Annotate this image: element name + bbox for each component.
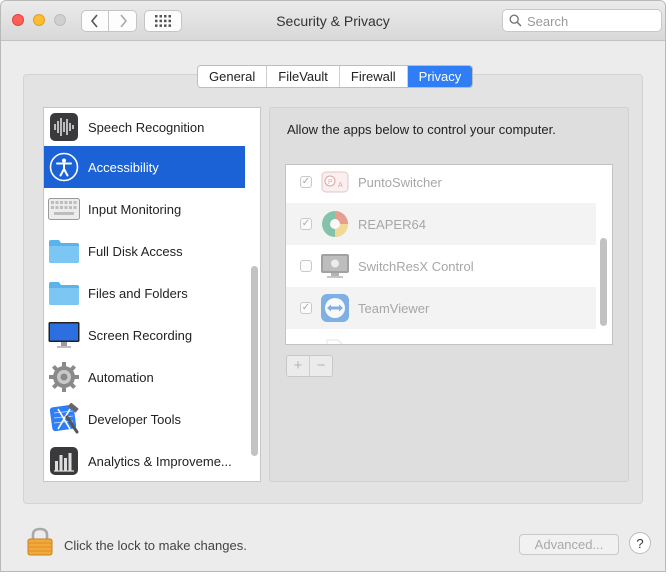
sidebar-item-label: Full Disk Access [88, 243, 183, 259]
sidebar-item-label: Developer Tools [88, 411, 181, 427]
sidebar-item-label: Input Monitoring [88, 201, 182, 217]
background-edge [666, 0, 672, 576]
app-list: ✓ PA PuntoSwitcher ✓ REAPER64 SwitchResX… [285, 164, 613, 345]
app-name: TeamViewer [358, 300, 430, 316]
svg-text:P: P [328, 179, 333, 186]
sidebar-item-accessibility[interactable]: Accessibility [44, 146, 245, 188]
sidebar-item-files-and-folders[interactable]: Files and Folders [44, 272, 245, 314]
app-checkbox[interactable] [300, 260, 312, 272]
app-name: REAPER64 [358, 216, 426, 232]
app-list-scrollbar[interactable] [600, 238, 607, 326]
search-icon [509, 14, 522, 27]
switchresx-icon [320, 251, 350, 281]
sidebar-scrollbar[interactable] [251, 266, 258, 456]
search-field[interactable] [502, 9, 662, 32]
padlock-icon [27, 527, 53, 556]
teamviewer-icon [320, 293, 350, 323]
punto-switcher-icon: PA [320, 167, 350, 197]
tab-firewall[interactable]: Firewall [339, 66, 408, 87]
advanced-button[interactable]: Advanced... [519, 534, 619, 555]
sidebar-item-speech-recognition[interactable]: Speech Recognition [44, 108, 245, 148]
app-row-puntoswitcher[interactable]: ✓ PA PuntoSwitcher [286, 165, 596, 203]
app-name: SwitchResX Control [358, 258, 474, 274]
reaper-icon [320, 209, 350, 239]
sidebar-item-full-disk-access[interactable]: Full Disk Access [44, 230, 245, 272]
sidebar-item-label: Screen Recording [88, 327, 193, 343]
pane-description: Allow the apps below to control your com… [287, 122, 556, 137]
app-row-teamviewer[interactable]: ✓ TeamViewer [286, 287, 596, 329]
tab-filevault[interactable]: FileVault [267, 66, 340, 87]
sidebar-item-input-monitoring[interactable]: Input Monitoring [44, 188, 245, 230]
app-checkbox[interactable]: ✓ [300, 218, 312, 230]
title-bar: Security & Privacy [1, 1, 665, 41]
keyboard-icon [48, 193, 80, 225]
add-remove-control: + − [286, 355, 333, 377]
tab-privacy[interactable]: Privacy [407, 66, 473, 87]
app-row-switchresx-control[interactable]: SwitchResX Control [286, 245, 596, 287]
gear-icon [48, 361, 80, 393]
add-app-button[interactable]: + [287, 356, 310, 376]
help-button[interactable]: ? [629, 532, 651, 554]
app-row-reaper64[interactable]: ✓ REAPER64 [286, 203, 596, 245]
sidebar-item-label: Files and Folders [88, 285, 188, 301]
lock-message: Click the lock to make changes. [64, 538, 247, 553]
sidebar-item-label: Speech Recognition [88, 119, 205, 135]
folder-icon [48, 235, 80, 267]
remove-app-button[interactable]: − [310, 356, 332, 376]
sidebar-item-label: Accessibility [88, 159, 159, 175]
privacy-category-list: Speech Recognition Accessibility Input M… [43, 107, 261, 482]
sidebar-item-analytics-improvements[interactable]: Analytics & Improveme... [44, 440, 245, 481]
app-checkbox[interactable]: ✓ [300, 176, 312, 188]
xcode-icon [48, 403, 80, 435]
search-input[interactable] [525, 11, 661, 31]
analytics-icon [48, 445, 80, 477]
app-checkbox[interactable]: ✓ [300, 302, 312, 314]
app-row-partial[interactable] [286, 329, 596, 344]
document-icon [320, 335, 350, 344]
lock-button[interactable] [27, 527, 53, 560]
svg-text:A: A [338, 182, 343, 189]
sidebar-item-label: Analytics & Improveme... [88, 453, 232, 469]
sidebar-item-automation[interactable]: Automation [44, 356, 245, 398]
sidebar-item-screen-recording[interactable]: Screen Recording [44, 314, 245, 356]
sidebar-item-developer-tools[interactable]: Developer Tools [44, 398, 245, 440]
accessibility-icon [48, 151, 80, 183]
app-name: PuntoSwitcher [358, 174, 442, 190]
tab-general[interactable]: General [198, 66, 268, 87]
folder-icon [48, 277, 80, 309]
tab-bar: General FileVault Firewall Privacy [197, 65, 474, 88]
sidebar-item-label: Automation [88, 369, 154, 385]
waveform-icon [48, 111, 80, 143]
display-icon [48, 319, 80, 351]
preferences-window: Security & Privacy General FileVault Fir… [0, 0, 666, 572]
